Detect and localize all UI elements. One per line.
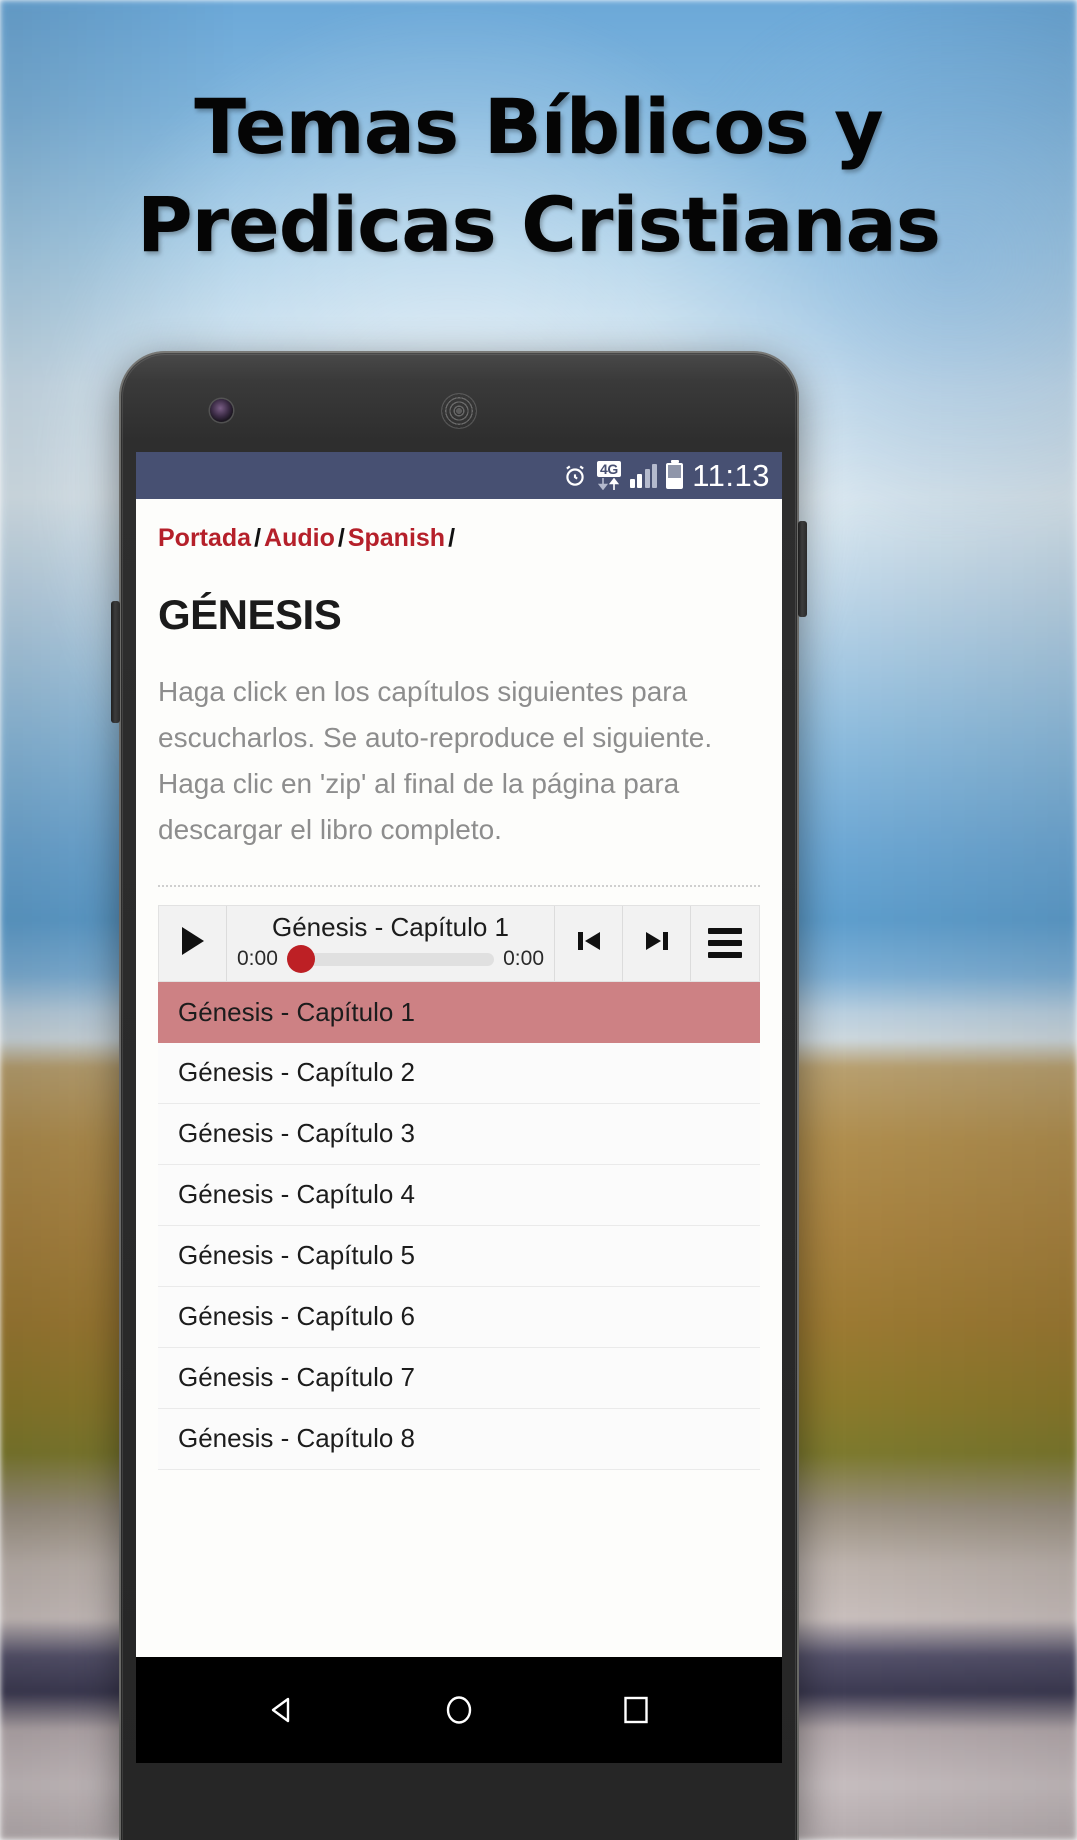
- chapter-label: Génesis - Capítulo 3: [178, 1118, 416, 1148]
- player-duration-time: 0:00: [503, 947, 544, 971]
- list-item[interactable]: Génesis - Capítulo 4: [158, 1164, 760, 1226]
- previous-track-button[interactable]: [555, 905, 623, 981]
- player-track-area: Génesis - Capítulo 1 0:00 0:00: [227, 905, 555, 981]
- player-track-title: Génesis - Capítulo 1: [271, 911, 509, 942]
- network-4g-icon: 4G: [597, 461, 621, 490]
- status-bar: 4G 11:13: [136, 452, 782, 499]
- chapter-label: Génesis - Capítulo 4: [178, 1179, 416, 1209]
- next-track-button[interactable]: [623, 905, 691, 981]
- network-label: 4G: [597, 461, 621, 477]
- back-button[interactable]: [265, 1693, 299, 1727]
- power-button[interactable]: [798, 521, 807, 617]
- breadcrumb-item-spanish[interactable]: Spanish: [348, 524, 445, 552]
- section-divider: [158, 884, 760, 887]
- list-item[interactable]: Génesis - Capítulo 3: [158, 1103, 760, 1165]
- phone-screen: 4G 11:13 Portada / Audio / Spanish / GÉNESIS …: [136, 452, 782, 1763]
- player-seek-row: 0:00 0:00: [237, 945, 544, 974]
- play-button[interactable]: [159, 905, 227, 981]
- status-bar-clock: 11:13: [692, 458, 770, 493]
- breadcrumb-separator: /: [254, 524, 262, 552]
- breadcrumb: Portada / Audio / Spanish /: [136, 499, 782, 553]
- app-webview: Portada / Audio / Spanish / GÉNESIS Haga clic…: [136, 499, 782, 1657]
- list-item[interactable]: Génesis - Capítulo 6: [158, 1286, 760, 1348]
- skip-previous-icon: [575, 927, 603, 960]
- alarm-clock-icon: [562, 463, 588, 489]
- signal-bars-icon: [629, 463, 658, 488]
- player-progress-slider[interactable]: [286, 945, 495, 974]
- player-progress-knob[interactable]: [286, 945, 315, 974]
- list-item[interactable]: Génesis - Capítulo 5: [158, 1225, 760, 1287]
- player-elapsed-time: 0:00: [237, 947, 278, 971]
- chapter-label: Génesis - Capítulo 2: [178, 1057, 416, 1087]
- page-title: GÉNESIS: [158, 590, 342, 638]
- back-triangle-icon: [272, 1697, 290, 1723]
- play-icon: [180, 926, 206, 961]
- data-transfer-arrows-icon: [598, 478, 620, 490]
- phone-device: 4G 11:13 Portada / Audio / Spanish / GÉNESIS …: [111, 351, 807, 1840]
- chapter-label: Génesis - Capítulo 1: [178, 996, 416, 1027]
- recents-square-icon: [623, 1696, 648, 1724]
- chapter-label: Génesis - Capítulo 5: [178, 1240, 416, 1270]
- list-item[interactable]: Génesis - Capítulo 1: [158, 981, 760, 1043]
- page-intro-text: Haga click en los capítulos siguientes p…: [158, 675, 713, 845]
- earpiece-speaker-icon: [442, 394, 476, 428]
- android-navigation-bar: [136, 1657, 782, 1763]
- chapter-list: Génesis - Capítulo 1 Génesis - Capítulo …: [158, 981, 760, 1470]
- list-item[interactable]: Génesis - Capítulo 7: [158, 1347, 760, 1409]
- front-camera-icon: [210, 399, 233, 422]
- breadcrumb-item-audio[interactable]: Audio: [264, 524, 335, 552]
- promo-headline: Temas Bíblicos y Predicas Cristianas: [136, 82, 941, 269]
- chapter-label: Génesis - Capítulo 6: [178, 1301, 416, 1331]
- chapter-label: Génesis - Capítulo 7: [178, 1362, 416, 1392]
- volume-button[interactable]: [111, 601, 120, 723]
- recents-button[interactable]: [619, 1693, 653, 1727]
- audio-player: Génesis - Capítulo 1 0:00 0:00: [158, 904, 760, 982]
- breadcrumb-separator: /: [337, 524, 345, 552]
- list-item[interactable]: Génesis - Capítulo 8: [158, 1408, 760, 1470]
- breadcrumb-separator: /: [448, 524, 456, 552]
- hamburger-menu-icon: [708, 928, 742, 958]
- player-menu-button[interactable]: [691, 906, 759, 981]
- chapter-label: Génesis - Capítulo 8: [178, 1423, 416, 1453]
- home-circle-icon: [446, 1696, 472, 1724]
- breadcrumb-item-portada[interactable]: Portada: [158, 524, 251, 552]
- battery-icon: [666, 462, 684, 489]
- list-item[interactable]: Génesis - Capítulo 2: [158, 1042, 760, 1104]
- home-button[interactable]: [442, 1693, 476, 1727]
- skip-next-icon: [643, 927, 671, 960]
